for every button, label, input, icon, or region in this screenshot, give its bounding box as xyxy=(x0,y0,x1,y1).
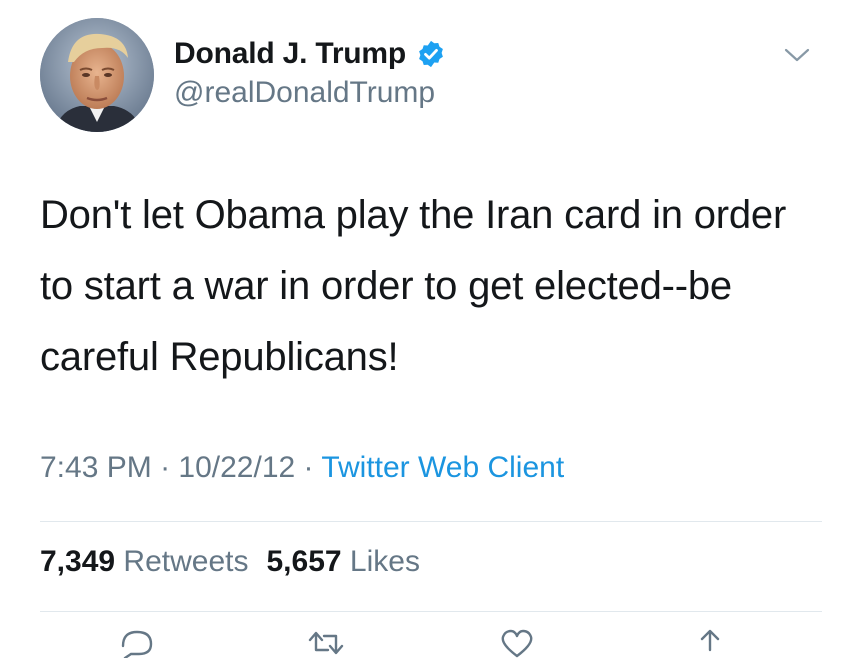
tweet-metadata: 7:43 PM · 10/22/12 · Twitter Web Client xyxy=(40,451,564,485)
display-name[interactable]: Donald J. Trump xyxy=(174,37,406,71)
divider xyxy=(40,521,822,522)
meta-separator: · xyxy=(151,451,179,484)
tweet-text: Don't let Obama play the Iran card in or… xyxy=(40,193,787,379)
tweet-source-link[interactable]: Twitter Web Client xyxy=(321,451,564,484)
divider xyxy=(40,611,822,612)
retweet-icon[interactable] xyxy=(306,628,346,658)
likes-count: 5,657 xyxy=(266,545,342,578)
author-handle[interactable]: @realDonaldTrump xyxy=(174,76,435,110)
retweets-label: Retweets xyxy=(123,545,249,578)
retweets-count: 7,349 xyxy=(40,545,116,578)
verified-badge-icon xyxy=(416,39,446,69)
likes-label: Likes xyxy=(349,545,420,578)
likes-stat[interactable]: 5,657 Likes xyxy=(266,545,419,578)
reply-icon[interactable] xyxy=(117,628,157,660)
tweet-card: Donald J. Trump @realDonaldTrump Don't l… xyxy=(0,0,850,660)
retweets-stat[interactable]: 7,349 Retweets xyxy=(40,545,248,578)
chevron-down-icon[interactable] xyxy=(782,44,812,66)
meta-separator: · xyxy=(295,451,322,484)
tweet-stats: 7,349 Retweets 5,657 Likes xyxy=(40,545,420,579)
share-icon[interactable] xyxy=(690,628,730,658)
tweet-date[interactable]: 10/22/12 xyxy=(178,451,295,484)
tweet-actions xyxy=(0,628,850,660)
avatar[interactable] xyxy=(40,18,154,132)
tweet-time[interactable]: 7:43 PM xyxy=(40,451,152,484)
like-icon[interactable] xyxy=(497,628,537,658)
author-name-row: Donald J. Trump xyxy=(174,34,446,74)
